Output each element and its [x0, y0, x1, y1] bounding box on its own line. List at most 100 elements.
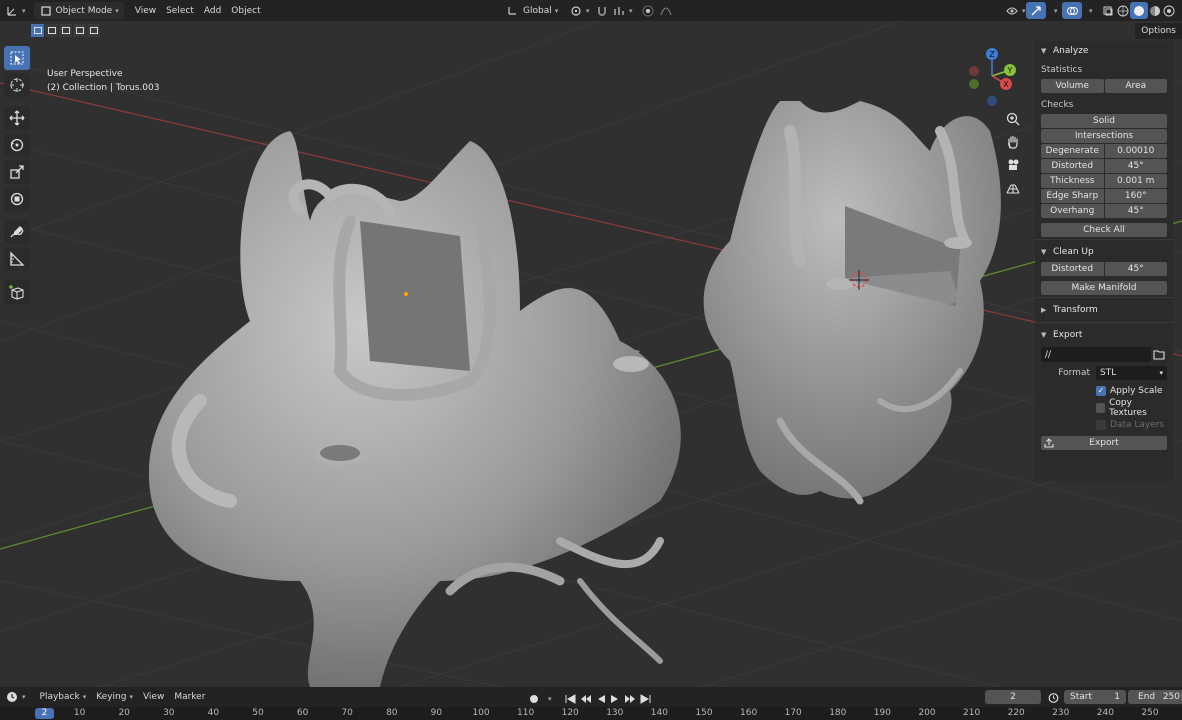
menu-add[interactable]: Add — [199, 2, 226, 19]
ruler-tick-label: 190 — [873, 708, 891, 718]
degenerate-value-field[interactable]: 0.00010 — [1104, 144, 1167, 158]
tool-add-cube[interactable] — [4, 280, 30, 304]
play-reverse-button[interactable] — [594, 690, 608, 707]
tool-settings-bar — [0, 21, 1182, 41]
make-manifold-button[interactable]: Make Manifold — [1041, 281, 1167, 295]
snap-target-dropdown[interactable]: ▾ — [607, 2, 638, 19]
current-frame-field[interactable]: 2 — [985, 690, 1041, 704]
3d-viewport[interactable]: User Perspective (2) Collection | Torus.… — [0, 21, 1182, 687]
distorted-button[interactable]: Distorted — [1041, 159, 1104, 173]
area-button[interactable]: Area — [1104, 79, 1167, 93]
tool-measure[interactable] — [4, 247, 30, 271]
overhang-button[interactable]: Overhang — [1041, 204, 1104, 218]
overlays-toggle[interactable] — [1062, 2, 1082, 19]
tool-select-box[interactable] — [4, 46, 30, 70]
export-path-input[interactable]: // — [1041, 347, 1151, 362]
menu-object[interactable]: Object — [226, 2, 265, 19]
transform-panel-header[interactable]: ▶ Transform — [1041, 300, 1167, 320]
navigation-gizmo[interactable]: Z Y X — [962, 46, 1022, 106]
auto-keying-toggle[interactable] — [526, 690, 542, 707]
solid-button[interactable]: Solid — [1041, 114, 1167, 128]
tool-scale[interactable] — [4, 160, 30, 184]
tool-transform[interactable] — [4, 187, 30, 211]
orientation-label: Global — [523, 5, 552, 16]
play-button[interactable] — [608, 690, 622, 707]
grid-icon — [1006, 184, 1020, 194]
shading-rendered-button[interactable] — [1160, 2, 1178, 19]
export-panel-header[interactable]: ▼ Export — [1041, 325, 1167, 345]
jump-start-button[interactable] — [563, 690, 578, 707]
select-new-button[interactable] — [31, 24, 45, 37]
pan-button[interactable] — [1004, 133, 1022, 151]
preview-range-toggle[interactable] — [1046, 691, 1060, 704]
gizmo-toggle[interactable] — [1026, 2, 1046, 19]
thickness-row: Thickness 0.001 m — [1041, 174, 1167, 189]
camera-view-button[interactable] — [1004, 156, 1022, 174]
thickness-value-field[interactable]: 0.001 m — [1104, 174, 1167, 188]
proportional-falloff-dropdown[interactable] — [654, 2, 678, 19]
current-frame-indicator[interactable]: 2 — [35, 708, 54, 719]
degenerate-button[interactable]: Degenerate — [1041, 144, 1104, 158]
tool-annotate[interactable] — [4, 220, 30, 244]
keying-menu[interactable]: Keying ▾ — [91, 689, 138, 706]
end-frame-field[interactable]: End 250 — [1128, 690, 1182, 704]
tool-cursor[interactable] — [4, 73, 30, 97]
overhang-value-field[interactable]: 45° — [1104, 204, 1167, 218]
timeline-editor-type[interactable]: ▾ — [0, 689, 31, 706]
apply-scale-label: Apply Scale — [1110, 385, 1163, 396]
timeline-view-menu[interactable]: View — [138, 689, 169, 706]
ruler-tick-label: 140 — [650, 708, 668, 718]
gizmo-dropdown[interactable]: ▾ — [1046, 2, 1063, 19]
sculpture-right[interactable] — [703, 101, 1001, 505]
ruler-tick-label: 210 — [963, 708, 981, 718]
zoom-button[interactable] — [1004, 110, 1022, 128]
edge-sharp-value-field[interactable]: 160° — [1104, 189, 1167, 203]
export-button[interactable]: Export — [1041, 436, 1167, 450]
menu-view[interactable]: View — [130, 2, 161, 19]
volume-button[interactable]: Volume — [1041, 79, 1104, 93]
sculpture-left[interactable] — [148, 131, 681, 687]
cleanup-title: Clean Up — [1053, 247, 1094, 257]
next-keyframe-button[interactable] — [622, 690, 638, 707]
distorted-value-field[interactable]: 45° — [1104, 159, 1167, 173]
edge-sharp-button[interactable]: Edge Sharp — [1041, 189, 1104, 203]
editor-type-button[interactable]: ▾ — [0, 2, 31, 19]
thickness-button[interactable]: Thickness — [1041, 174, 1104, 188]
checkmark-icon: ✓ — [1096, 385, 1106, 396]
analyze-panel-header[interactable]: ▼ Analyze — [1041, 41, 1167, 61]
intersections-button[interactable]: Intersections — [1041, 129, 1167, 143]
select-extend-button[interactable] — [45, 24, 59, 37]
ortho-toggle-button[interactable] — [1004, 179, 1022, 197]
end-label: End — [1138, 692, 1156, 702]
menu-select[interactable]: Select — [161, 2, 199, 19]
tool-rotate[interactable] — [4, 133, 30, 157]
select-subtract-button[interactable] — [59, 24, 73, 37]
apply-scale-checkbox[interactable]: ✓ Apply Scale — [1041, 382, 1167, 399]
start-frame-field[interactable]: Start 1 — [1064, 690, 1126, 704]
start-label: Start — [1070, 692, 1092, 702]
keying-set-dropdown[interactable]: ▾ — [542, 690, 555, 707]
sidebar-panel: ▼ Analyze Statistics Volume Area Checks … — [1035, 41, 1173, 481]
chevron-right-icon: ▶ — [1041, 306, 1047, 314]
next-keyframe-icon — [624, 694, 635, 703]
check-all-button[interactable]: Check All — [1041, 223, 1167, 237]
cleanup-distorted-button[interactable]: Distorted — [1041, 262, 1104, 276]
frame-ruler[interactable]: 2 10 20 30 40 50 60 70 80 90 100 110 120 130 140 150 16… — [0, 707, 1182, 720]
transform-orientation-dropdown[interactable]: Global ▾ — [500, 2, 563, 19]
cleanup-panel-header[interactable]: ▼ Clean Up — [1041, 242, 1167, 262]
cleanup-distorted-value-field[interactable]: 45° — [1104, 262, 1167, 276]
playback-menu[interactable]: Playback ▾ — [35, 689, 92, 706]
stopwatch-icon — [1048, 693, 1058, 703]
select-intersect-button[interactable] — [87, 24, 101, 37]
copy-textures-checkbox[interactable]: Copy Textures — [1041, 398, 1167, 418]
mode-dropdown[interactable]: Object Mode ▾ — [33, 2, 124, 19]
select-invert-button[interactable] — [73, 24, 87, 37]
file-browse-button[interactable] — [1151, 347, 1167, 362]
options-dropdown[interactable]: Options — [1135, 23, 1182, 39]
tool-move[interactable] — [4, 106, 30, 130]
marker-menu[interactable]: Marker — [169, 689, 210, 706]
format-dropdown[interactable]: STL ▾ — [1096, 366, 1167, 380]
jump-end-button[interactable] — [638, 690, 653, 707]
prev-keyframe-button[interactable] — [578, 690, 594, 707]
select-intersect-icon — [89, 27, 98, 34]
